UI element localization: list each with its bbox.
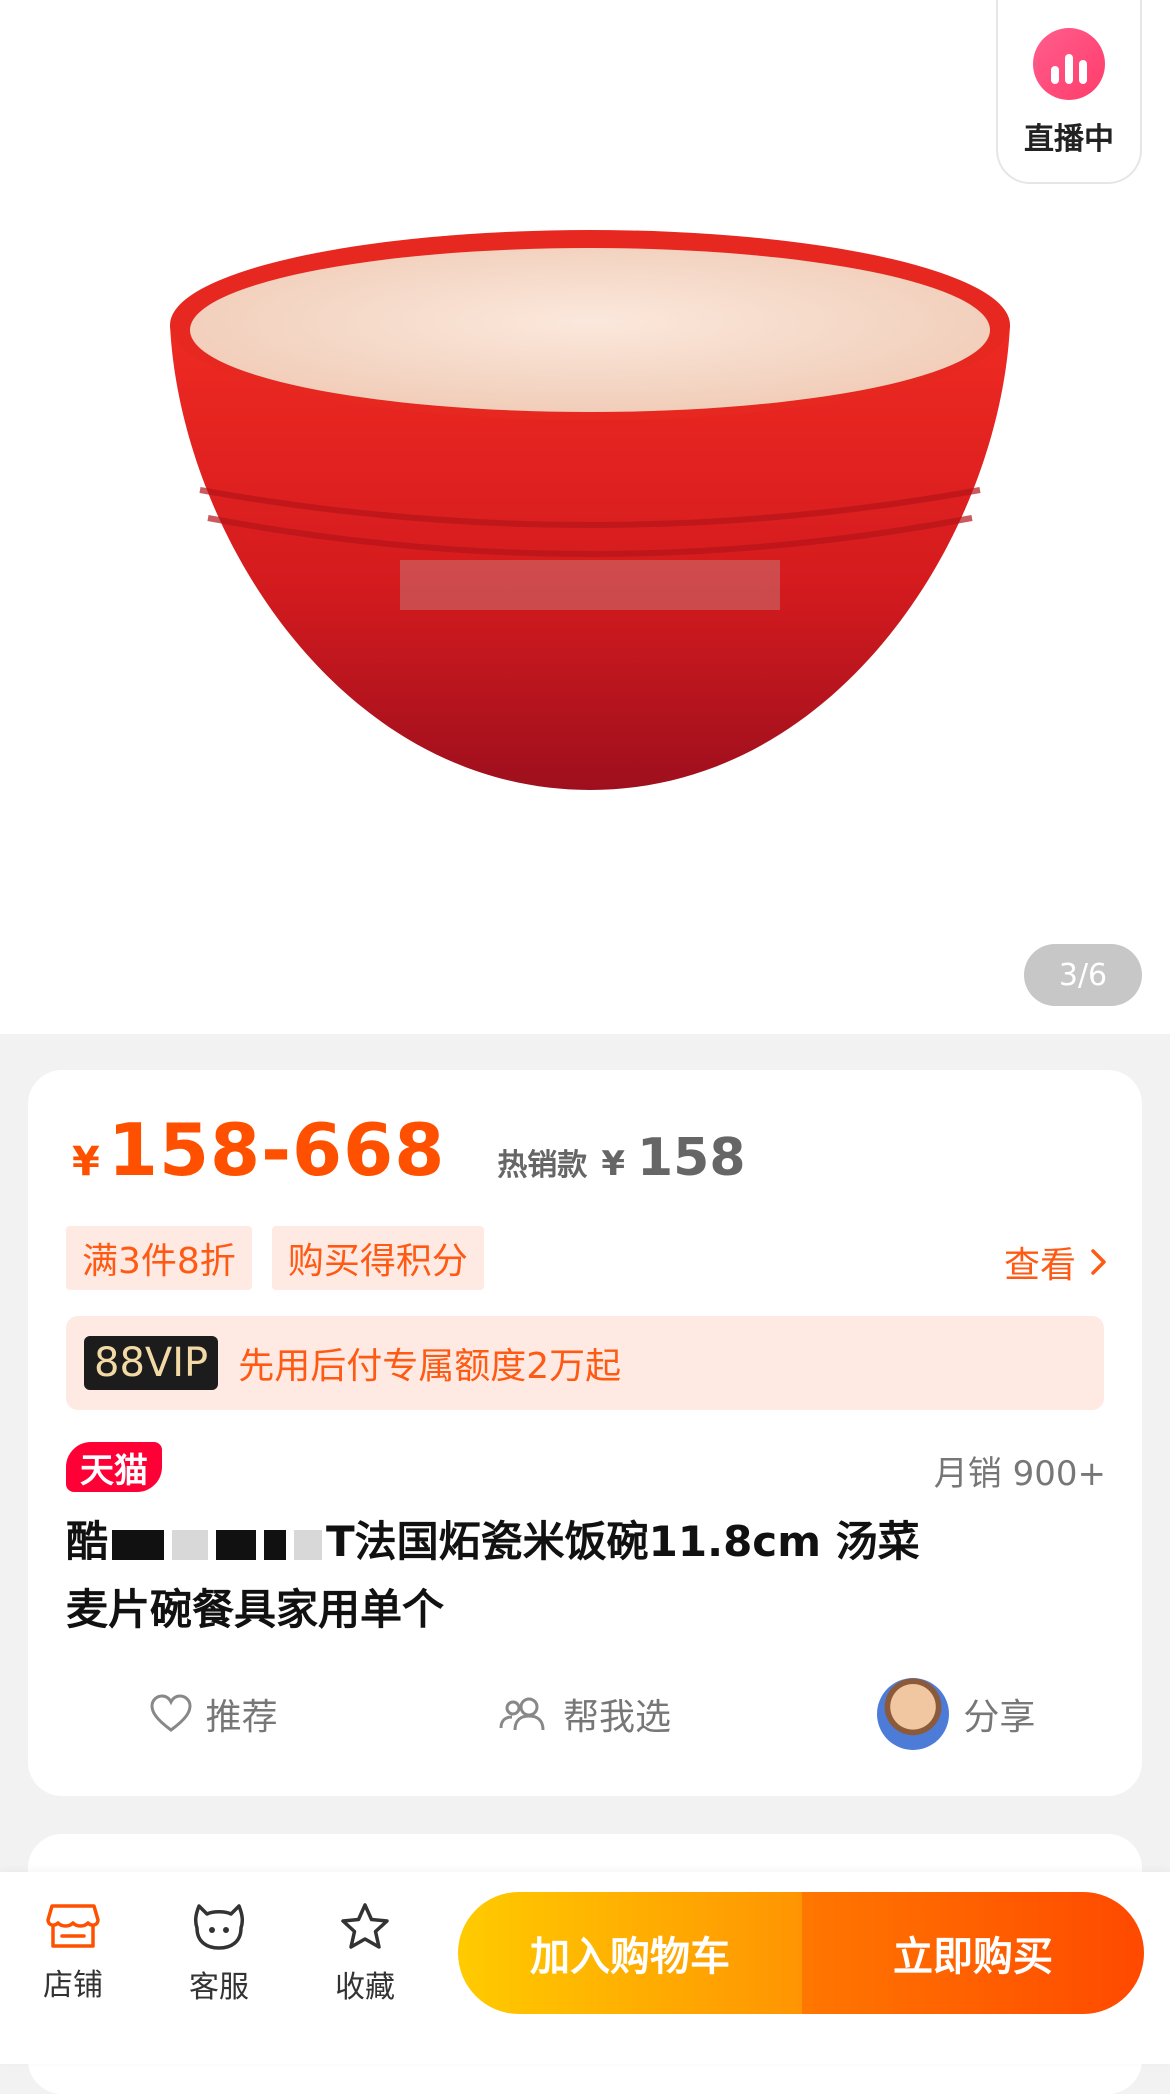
live-bars-icon — [1033, 28, 1105, 100]
price-row: ¥ 158-668 热销款 ¥ 158 — [72, 1108, 746, 1192]
share-label: 分享 — [963, 1697, 1036, 1738]
view-label: 查看 — [1003, 1245, 1076, 1286]
people-icon — [499, 1697, 545, 1731]
redacted-text — [264, 1529, 287, 1560]
promo-tag[interactable]: 满3件8折 — [66, 1226, 252, 1290]
image-pager: 3/6 — [1024, 944, 1142, 1006]
product-title: 酷 T法国炻瓷米饭碗11.8cm 汤菜 麦片碗餐具家用单个 — [66, 1508, 1086, 1644]
redacted-text — [112, 1529, 165, 1560]
live-label: 直播中 — [1024, 122, 1114, 157]
store-icon — [46, 1904, 100, 1948]
action-row: 推荐 帮我选 分享 — [28, 1678, 1142, 1750]
purchase-buttons: 加入购物车 立即购买 — [458, 1892, 1144, 2014]
recommend-label: 推荐 — [205, 1697, 278, 1738]
star-icon — [341, 1903, 389, 1949]
favorite-tab[interactable]: 收藏 — [310, 1902, 420, 2006]
promo-tags: 满3件8折 购买得积分 — [66, 1226, 484, 1290]
currency-symbol: ¥ — [72, 1139, 100, 1185]
favorite-label: 收藏 — [335, 1970, 395, 2005]
product-image-gallery[interactable]: 直播中 3/6 — [0, 0, 1170, 1034]
store-label: 店铺 — [43, 1968, 103, 2003]
vip-banner[interactable]: 88VIP 先用后付专属额度2万起 — [66, 1316, 1104, 1410]
product-title-line-1: 酷 T法国炻瓷米饭碗11.8cm 汤菜 — [66, 1508, 1086, 1576]
chevron-right-icon — [1091, 1249, 1106, 1275]
heart-icon — [150, 1694, 192, 1732]
tmall-badge: 天猫 — [66, 1442, 162, 1492]
add-to-cart-button[interactable]: 加入购物车 — [458, 1892, 802, 2014]
title-prefix: 酷 — [66, 1517, 109, 1566]
hot-currency-symbol: ¥ — [601, 1144, 625, 1184]
vip-text: 先用后付专属额度2万起 — [238, 1346, 622, 1387]
avatar — [877, 1678, 950, 1750]
price-range: 158-668 — [107, 1108, 446, 1192]
vip-badge: 88VIP — [84, 1336, 219, 1390]
service-icon — [193, 1904, 245, 1950]
live-stream-badge[interactable]: 直播中 — [996, 0, 1142, 184]
customer-service-tab[interactable]: 客服 — [164, 1902, 274, 2006]
product-info-card: ¥ 158-668 热销款 ¥ 158 满3件8折 购买得积分 查看 88VIP… — [28, 1070, 1142, 1796]
redacted-text — [216, 1529, 257, 1560]
hot-item-price: 158 — [636, 1128, 746, 1188]
redacted-text — [172, 1529, 209, 1560]
monthly-sales: 月销 900+ — [933, 1454, 1106, 1494]
help-choose-label: 帮我选 — [562, 1697, 671, 1738]
service-label: 客服 — [189, 1970, 249, 2005]
redacted-text — [294, 1529, 323, 1560]
promo-tag[interactable]: 购买得积分 — [271, 1226, 484, 1290]
buy-now-button[interactable]: 立即购买 — [802, 1892, 1144, 2014]
help-choose-button[interactable]: 帮我选 — [399, 1678, 770, 1750]
recommend-button[interactable]: 推荐 — [28, 1678, 399, 1750]
bowl-product-image — [170, 230, 1010, 790]
store-tab[interactable]: 店铺 — [18, 1902, 128, 2004]
product-title-line-2: 麦片碗餐具家用单个 — [66, 1585, 445, 1634]
share-button[interactable]: 分享 — [771, 1678, 1142, 1750]
bottom-action-bar: 店铺 客服 收藏 加入购物车 立即购买 — [0, 1872, 1170, 2064]
title-visible: T法国炻瓷米饭碗11.8cm 汤菜 — [326, 1517, 920, 1566]
view-promos-link[interactable]: 查看 — [1004, 1236, 1108, 1288]
hot-item-label: 热销款 — [497, 1148, 588, 1183]
